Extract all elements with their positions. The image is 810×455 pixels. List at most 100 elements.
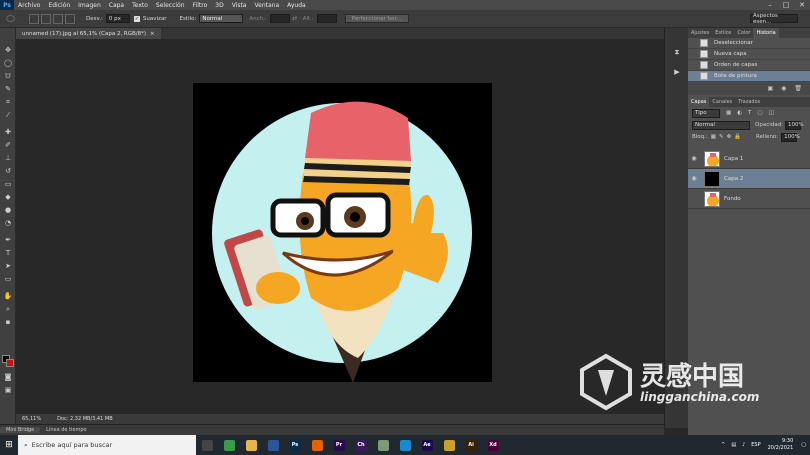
menu-capa[interactable]: Capa bbox=[105, 2, 128, 9]
close-icon[interactable]: ✕ bbox=[794, 0, 810, 10]
swap-icon[interactable]: ⇄ bbox=[290, 15, 300, 22]
network-icon[interactable]: ▤ bbox=[731, 442, 736, 448]
antialias-checkbox[interactable]: ✓ bbox=[133, 15, 140, 22]
lasso-tool-icon[interactable]: ᕫ bbox=[3, 72, 13, 80]
close-tab-icon[interactable]: × bbox=[150, 31, 155, 37]
refine-edge-button[interactable]: Perfeccionar bor... bbox=[344, 14, 409, 23]
layer-filter-select[interactable]: Tipo bbox=[692, 108, 720, 118]
tab-canales[interactable]: Canales bbox=[709, 97, 735, 107]
eyedropper-tool-icon[interactable]: ⁄ bbox=[3, 111, 13, 119]
history-panel-icon[interactable]: ⧗ bbox=[672, 48, 682, 56]
history-item[interactable]: Nueva capa bbox=[688, 49, 810, 60]
tab-historia[interactable]: Historia bbox=[753, 28, 779, 38]
clock[interactable]: 9:30 20/2/2021 bbox=[764, 438, 798, 452]
history-item[interactable]: Bote de pintura bbox=[688, 71, 810, 82]
tab-trazados[interactable]: Trazados bbox=[735, 97, 763, 107]
type-tool-icon[interactable]: T bbox=[3, 249, 13, 257]
subtract-selection-icon[interactable] bbox=[53, 13, 63, 24]
blur-tool-icon[interactable]: ● bbox=[3, 206, 13, 214]
chevron-up-icon[interactable]: ^ bbox=[721, 442, 725, 448]
height-input[interactable] bbox=[316, 14, 337, 23]
layer-row[interactable]: ◉ Capa 1 bbox=[688, 149, 810, 169]
crop-tool-icon[interactable]: ⌗ bbox=[3, 98, 13, 106]
menu-filtro[interactable]: Filtro bbox=[189, 2, 212, 9]
taskbar-app-character-animator[interactable]: Ch bbox=[350, 435, 372, 455]
document-image[interactable] bbox=[193, 83, 492, 382]
lock-pixels-icon[interactable]: ▦ bbox=[711, 134, 716, 140]
language-indicator[interactable]: ESP bbox=[751, 442, 760, 448]
clone-stamp-tool-icon[interactable]: ⊥ bbox=[3, 154, 13, 162]
menu-seleccion[interactable]: Selección bbox=[152, 2, 189, 9]
lock-position-icon[interactable]: ✥ bbox=[727, 134, 732, 140]
menu-vista[interactable]: Vista bbox=[228, 2, 251, 9]
tab-capas[interactable]: Capas bbox=[688, 97, 710, 107]
layer-name[interactable]: Capa 2 bbox=[724, 176, 743, 182]
default-colors-icon[interactable]: ▪ bbox=[3, 318, 13, 326]
taskbar-app-xd[interactable]: Xd bbox=[482, 435, 504, 455]
tab-estilos[interactable]: Estilos bbox=[712, 28, 734, 38]
notifications-icon[interactable]: ▢ bbox=[801, 442, 806, 448]
healing-brush-tool-icon[interactable]: ✚ bbox=[3, 128, 13, 136]
lock-all-icon[interactable]: 🔒 bbox=[734, 134, 741, 140]
feather-input[interactable]: 0 px bbox=[105, 14, 130, 23]
layer-row[interactable]: ◉ Capa 2 bbox=[688, 169, 810, 189]
dodge-tool-icon[interactable]: ◔ bbox=[3, 219, 13, 227]
minimize-icon[interactable]: – bbox=[762, 0, 778, 10]
new-document-from-state-icon[interactable]: ▣ bbox=[767, 85, 773, 92]
tab-timeline[interactable]: Línea de tiempo bbox=[40, 427, 92, 433]
width-input[interactable] bbox=[269, 14, 290, 23]
document-tab[interactable]: unnamed (17).jpg al 65,1% (Capa 2, RGB/8… bbox=[16, 28, 161, 39]
windows-start-icon[interactable]: ⊞ bbox=[0, 435, 18, 455]
snapshot-icon[interactable]: ◉ bbox=[781, 85, 786, 92]
lock-paint-icon[interactable]: ✎ bbox=[719, 134, 724, 140]
intersect-selection-icon[interactable] bbox=[65, 13, 75, 24]
visibility-eye-icon[interactable]: ◉ bbox=[688, 155, 700, 162]
add-selection-icon[interactable] bbox=[41, 13, 51, 24]
menu-edicion[interactable]: Edición bbox=[44, 2, 74, 9]
background-color-swatch[interactable] bbox=[6, 359, 14, 367]
move-tool-icon[interactable]: ✥ bbox=[3, 46, 13, 54]
layer-name[interactable]: Capa 1 bbox=[724, 156, 743, 162]
taskbar-app-file-explorer[interactable] bbox=[240, 435, 262, 455]
taskbar-app-after-effects[interactable]: Ae bbox=[416, 435, 438, 455]
workspace-select[interactable]: Aspectos esen... bbox=[750, 13, 798, 25]
taskbar-app-firefox[interactable] bbox=[306, 435, 328, 455]
tab-color[interactable]: Color bbox=[734, 28, 753, 38]
menu-imagen[interactable]: Imagen bbox=[74, 2, 105, 9]
history-item[interactable]: Deseleccionar bbox=[688, 38, 810, 49]
maximize-icon[interactable]: □ bbox=[778, 0, 794, 10]
taskbar-app-task-view[interactable] bbox=[196, 435, 218, 455]
taskbar-app-chrome[interactable] bbox=[218, 435, 240, 455]
new-selection-icon[interactable] bbox=[29, 13, 39, 24]
zoom-level[interactable]: 65,11% bbox=[16, 416, 47, 422]
opacity-input[interactable]: 100% bbox=[784, 120, 804, 130]
taskbar-app-premiere[interactable]: Pr bbox=[328, 435, 350, 455]
layer-name[interactable]: Fondo bbox=[724, 196, 741, 202]
filter-smart-icon[interactable]: ◫ bbox=[769, 110, 774, 116]
pen-tool-icon[interactable]: ✒ bbox=[3, 236, 13, 244]
filter-adjust-icon[interactable]: ◐ bbox=[737, 110, 742, 116]
volume-icon[interactable]: ♪ bbox=[742, 442, 745, 448]
taskbar-app-illustrator[interactable]: Ai bbox=[460, 435, 482, 455]
paint-bucket-tool-icon[interactable]: ◆ bbox=[3, 193, 13, 201]
layer-row[interactable]: ◉ Fondo bbox=[688, 189, 810, 209]
menu-archivo[interactable]: Archivo bbox=[14, 2, 44, 9]
trash-icon[interactable]: 🗑 bbox=[794, 85, 802, 92]
filter-shape-icon[interactable]: ▢ bbox=[757, 110, 762, 116]
actions-panel-icon[interactable]: ▶ bbox=[672, 68, 682, 76]
quick-selection-tool-icon[interactable]: ✎ bbox=[3, 85, 13, 93]
taskbar-search-input[interactable]: ⌕ Escribe aquí para buscar bbox=[18, 435, 196, 455]
history-item[interactable]: Orden de capas bbox=[688, 60, 810, 71]
filter-pixel-icon[interactable]: ▦ bbox=[726, 110, 731, 116]
visibility-eye-icon[interactable]: ◉ bbox=[688, 195, 700, 202]
hand-tool-icon[interactable]: ✋ bbox=[3, 292, 13, 300]
taskbar-app-photoshop[interactable]: Ps bbox=[284, 435, 306, 455]
menu-ventana[interactable]: Ventana bbox=[250, 2, 283, 9]
taskbar-app-notes[interactable] bbox=[372, 435, 394, 455]
fill-input[interactable]: 100% bbox=[781, 132, 800, 142]
brush-tool-icon[interactable]: ✐ bbox=[3, 141, 13, 149]
menu-texto[interactable]: Texto bbox=[128, 2, 152, 9]
menu-ayuda[interactable]: Ayuda bbox=[283, 2, 310, 9]
style-select[interactable]: Normal bbox=[199, 14, 244, 23]
shape-tool-icon[interactable]: ▭ bbox=[3, 275, 13, 283]
